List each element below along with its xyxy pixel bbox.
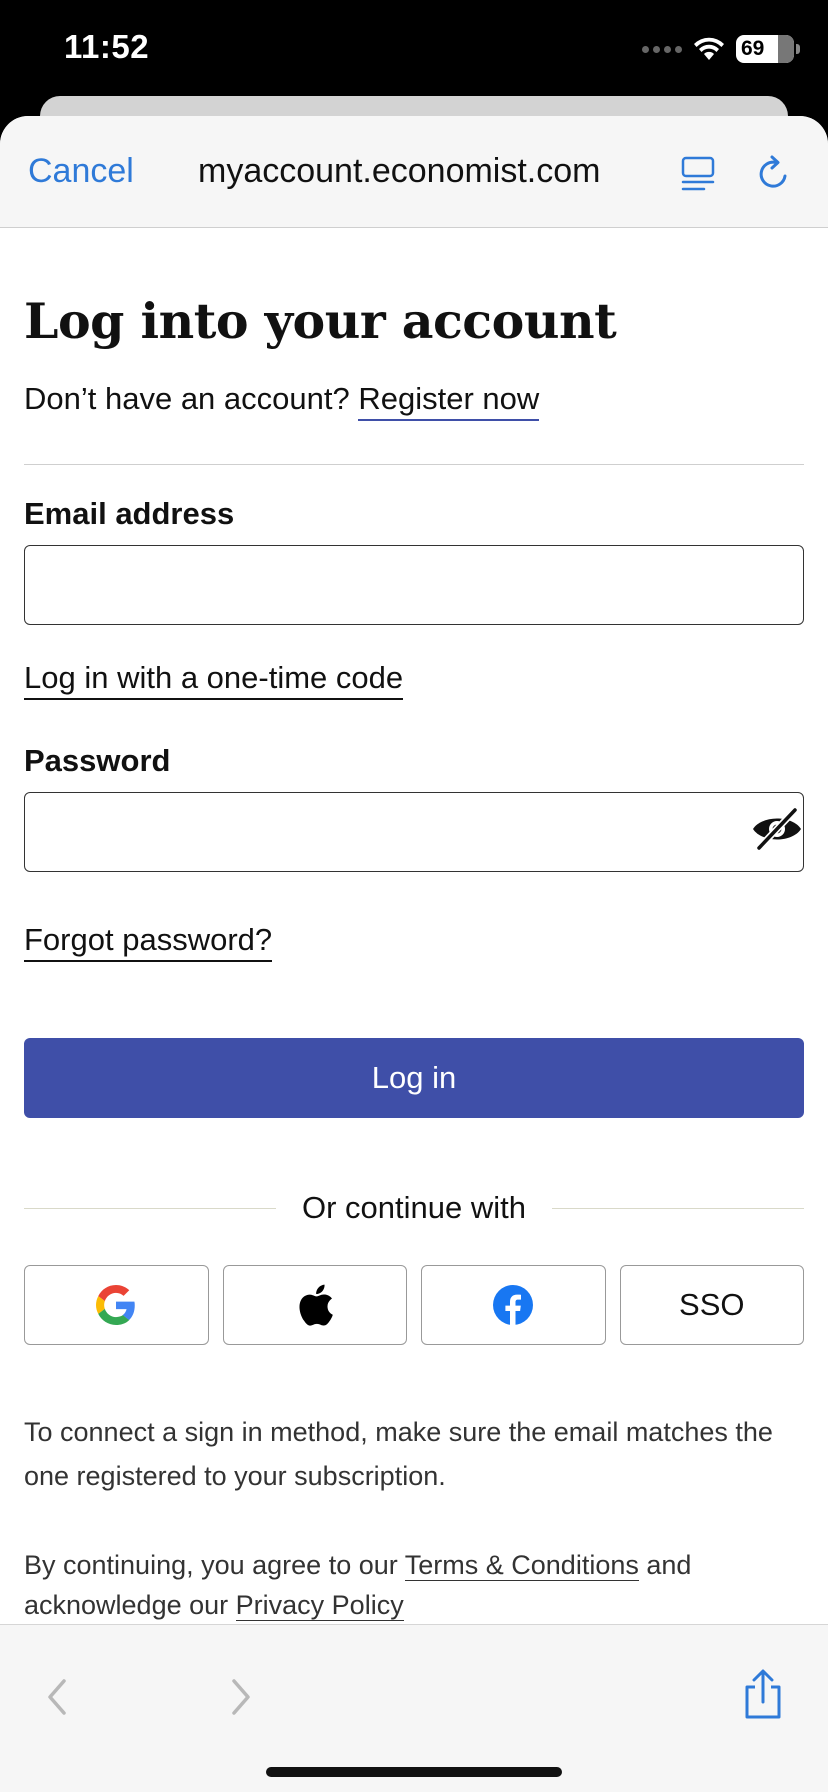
register-now-link[interactable]: Register now xyxy=(358,381,540,421)
status-time: 11:52 xyxy=(64,28,150,65)
home-indicator xyxy=(266,1767,562,1777)
terms-link[interactable]: Terms & Conditions xyxy=(404,1550,639,1581)
google-login-button[interactable] xyxy=(24,1265,209,1345)
cancel-button[interactable]: Cancel xyxy=(28,152,134,191)
register-prompt: Don’t have an account? Register now xyxy=(24,381,540,421)
back-icon[interactable] xyxy=(40,1677,76,1717)
or-continue-text: Or continue with xyxy=(302,1190,526,1225)
sso-login-button[interactable]: SSO xyxy=(619,1265,804,1345)
no-account-text: Don’t have an account? xyxy=(24,381,350,416)
forward-icon[interactable] xyxy=(222,1677,258,1717)
google-icon xyxy=(96,1285,135,1325)
password-label: Password xyxy=(24,743,171,778)
share-icon[interactable] xyxy=(740,1669,786,1721)
one-time-code-link[interactable]: Log in with a one-time code xyxy=(24,660,404,700)
privacy-policy-link[interactable]: Privacy Policy xyxy=(235,1590,404,1621)
hide-password-icon[interactable] xyxy=(750,806,804,852)
apple-login-button[interactable] xyxy=(222,1265,407,1345)
divider xyxy=(24,464,804,465)
email-field[interactable] xyxy=(24,545,804,625)
sign-in-note: To connect a sign in method, make sure t… xyxy=(24,1417,773,1491)
facebook-login-button[interactable] xyxy=(421,1265,606,1345)
page-title: Log into your account xyxy=(24,292,617,350)
reload-icon[interactable] xyxy=(752,152,796,196)
cellular-signal-icon xyxy=(642,45,682,53)
facebook-icon xyxy=(493,1285,534,1325)
browser-toolbar xyxy=(0,1624,828,1792)
email-label: Email address xyxy=(24,496,235,531)
forgot-password-link[interactable]: Forgot password? xyxy=(24,922,273,962)
reader-mode-icon[interactable] xyxy=(678,154,718,194)
legal-text: By continuing, you agree to our Terms & … xyxy=(24,1550,692,1621)
browser-nav-bar: Cancel myaccount.economist.com xyxy=(0,116,828,228)
status-bar: 11:52 69 xyxy=(0,0,828,100)
social-login-row: SSO xyxy=(24,1265,804,1345)
log-in-button[interactable]: Log in xyxy=(24,1038,804,1118)
apple-icon xyxy=(299,1284,333,1326)
password-field[interactable] xyxy=(24,792,804,872)
status-icons: 69 xyxy=(642,34,800,64)
or-continue-divider: Or continue with xyxy=(24,1188,804,1228)
battery-indicator: 69 xyxy=(736,35,800,63)
url-label: myaccount.economist.com xyxy=(198,152,601,190)
wifi-icon xyxy=(694,37,724,60)
